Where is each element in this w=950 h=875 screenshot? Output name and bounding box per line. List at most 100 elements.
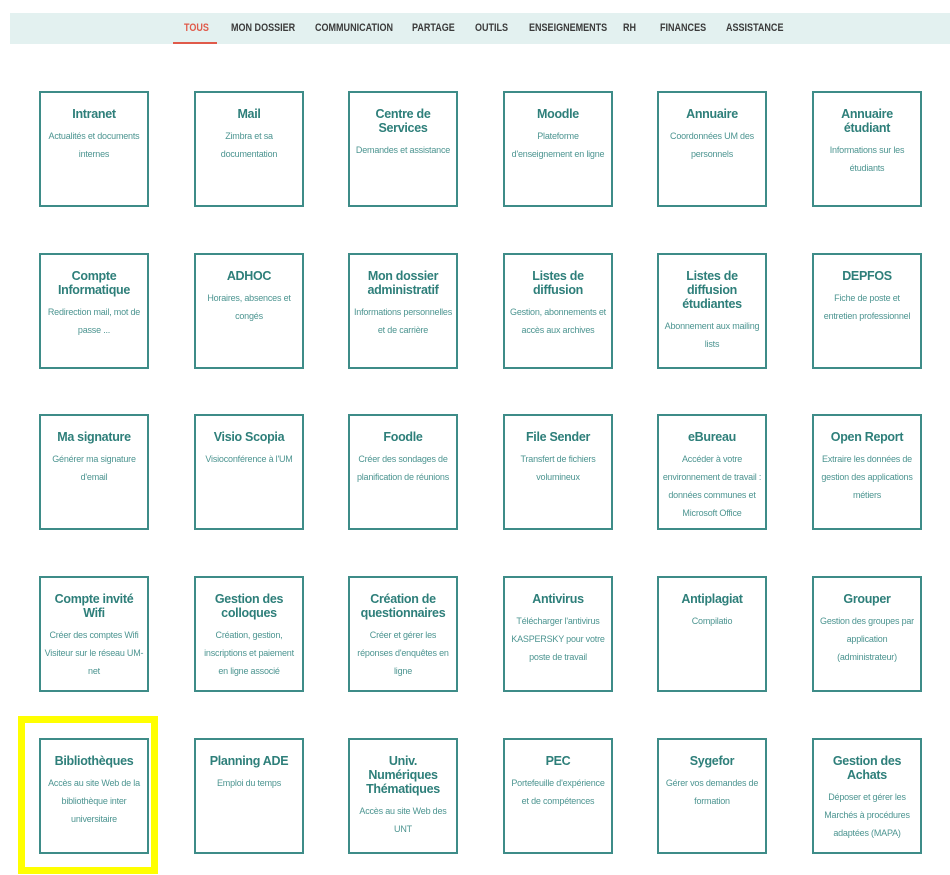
tile-description: Générer ma signature d'email — [52, 454, 136, 482]
nav-tab-tous[interactable]: TOUS — [184, 13, 209, 44]
tile-title: Gestion des Achats — [832, 754, 902, 782]
tile-title: Création de questionnaires — [360, 592, 446, 620]
top-navbar: TOUS MON DOSSIER COMMUNICATION PARTAGE O… — [10, 13, 950, 44]
tile-description: Accès au site Web de la bibliothèque int… — [48, 778, 140, 824]
tile-compte-informatique[interactable]: Compte Informatique Redirection mail, mo… — [39, 253, 149, 369]
tile-description: Création, gestion, inscriptions et paiem… — [204, 630, 294, 676]
tile-description: Gestion, abonnements et accès aux archiv… — [510, 307, 606, 335]
tile-mail[interactable]: Mail Zimbra et sa documentation — [194, 91, 304, 207]
tile-description: Zimbra et sa documentation — [220, 131, 278, 159]
tile-gestion-des-colloques[interactable]: Gestion des colloques Création, gestion,… — [194, 576, 304, 692]
nav-tab-partage[interactable]: PARTAGE — [412, 13, 455, 44]
tile-title: Sygefor — [689, 754, 735, 768]
tile-title: Antivirus — [532, 592, 584, 606]
tile-title: Listes de diffusion — [532, 269, 584, 297]
tile-title: Univ. Numériques Thématiques — [366, 754, 440, 796]
tile-description: Emploi du temps — [216, 778, 282, 788]
tile-compte-invite-wifi[interactable]: Compte invité Wifi Créer des comptes Wif… — [39, 576, 149, 692]
tile-ebureau[interactable]: eBureau Accéder à votre environnement de… — [657, 414, 767, 530]
tile-listes-de-diffusion-etudiantes[interactable]: Listes de diffusion étudiantes Abonnemen… — [657, 253, 767, 369]
tile-description: Horaires, absences et congés — [207, 293, 291, 321]
tile-title: Moodle — [537, 107, 579, 121]
tile-description: Gérer vos demandes de formation — [665, 778, 759, 806]
tile-title: Compte Informatique — [57, 269, 131, 297]
tile-description: Informations sur les étudiants — [829, 145, 905, 173]
nav-tab-communication[interactable]: COMMUNICATION — [315, 13, 393, 44]
tile-grouper[interactable]: Grouper Gestion des groupes par applicat… — [812, 576, 922, 692]
tile-title: Compte invité Wifi — [54, 592, 134, 620]
tile-title: Ma signature — [57, 430, 131, 444]
tile-planning-ade[interactable]: Planning ADE Emploi du temps — [194, 738, 304, 854]
nav-tab-enseignements[interactable]: ENSEIGNEMENTS — [529, 13, 607, 44]
tile-title: Gestion des colloques — [214, 592, 284, 620]
tile-gestion-des-achats[interactable]: Gestion des Achats Déposer et gérer les … — [812, 738, 922, 854]
tile-description: Déposer et gérer les Marchés à procédure… — [824, 792, 910, 838]
tile-foodle[interactable]: Foodle Créer des sondages de planificati… — [348, 414, 458, 530]
tile-title: Foodle — [383, 430, 423, 444]
tile-title: Grouper — [843, 592, 891, 606]
tile-ma-signature[interactable]: Ma signature Générer ma signature d'emai… — [39, 414, 149, 530]
tile-title: Mail — [237, 107, 261, 121]
tile-intranet[interactable]: Intranet Actualités et documents interne… — [39, 91, 149, 207]
tile-description: Gestion des groupes par application (adm… — [820, 616, 914, 662]
tile-description: Abonnement aux mailing lists — [664, 321, 760, 349]
tile-title: Centre de Services — [375, 107, 431, 135]
tile-description: Fiche de poste et entretien professionne… — [823, 293, 911, 321]
tile-description: Télécharger l'antivirus KASPERSKY pour v… — [511, 616, 605, 662]
tile-description: Compilatio — [691, 616, 733, 626]
tile-visio-scopia[interactable]: Visio Scopia Visioconférence à l'UM — [194, 414, 304, 530]
tile-title: Annuaire — [686, 107, 738, 121]
tile-depfos[interactable]: DEPFOS Fiche de poste et entretien profe… — [812, 253, 922, 369]
tile-pec[interactable]: PEC Portefeuille d'expérience et de comp… — [503, 738, 613, 854]
tile-title: ADHOC — [226, 269, 272, 283]
tile-sygefor[interactable]: Sygefor Gérer vos demandes de formation — [657, 738, 767, 854]
tile-title: File Sender — [525, 430, 591, 444]
tile-adhoc[interactable]: ADHOC Horaires, absences et congés — [194, 253, 304, 369]
tile-title: PEC — [545, 754, 571, 768]
tile-creation-de-questionnaires[interactable]: Création de questionnaires Créer et gére… — [348, 576, 458, 692]
tile-description: Extraire les données de gestion des appl… — [821, 454, 913, 500]
tile-antiplagiat[interactable]: Antiplagiat Compilatio — [657, 576, 767, 692]
tile-open-report[interactable]: Open Report Extraire les données de gest… — [812, 414, 922, 530]
tile-listes-de-diffusion[interactable]: Listes de diffusion Gestion, abonnements… — [503, 253, 613, 369]
tile-description: Informations personnelles et de carrière — [353, 307, 453, 335]
tile-annuaire[interactable]: Annuaire Coordonnées UM des personnels — [657, 91, 767, 207]
tile-title: Intranet — [72, 107, 116, 121]
nav-tab-mon-dossier[interactable]: MON DOSSIER — [231, 13, 295, 44]
tile-description: Accéder à votre environnement de travail… — [662, 454, 762, 518]
tile-antivirus[interactable]: Antivirus Télécharger l'antivirus KASPER… — [503, 576, 613, 692]
tile-mon-dossier-administratif[interactable]: Mon dossier administratif Informations p… — [348, 253, 458, 369]
tile-centre-de-services[interactable]: Centre de Services Demandes et assistanc… — [348, 91, 458, 207]
tile-title: DEPFOS — [842, 269, 892, 283]
tile-description: Portefeuille d'expérience et de compéten… — [511, 778, 605, 806]
nav-tab-outils[interactable]: OUTILS — [475, 13, 508, 44]
tile-title: Visio Scopia — [213, 430, 285, 444]
tile-title: Bibliothèques — [54, 754, 134, 768]
tile-moodle[interactable]: Moodle Plateforme d'enseignement en lign… — [503, 91, 613, 207]
tile-univ-numeriques-thematiques[interactable]: Univ. Numériques Thématiques Accès au si… — [348, 738, 458, 854]
nav-tab-finances[interactable]: FINANCES — [660, 13, 706, 44]
tile-description: Visioconférence à l'UM — [205, 454, 293, 464]
tile-description: Demandes et assistance — [355, 145, 451, 155]
tile-annuaire-etudiant[interactable]: Annuaire étudiant Informations sur les é… — [812, 91, 922, 207]
tile-title: Annuaire étudiant — [841, 107, 893, 135]
tile-description: Plateforme d'enseignement en ligne — [511, 131, 605, 159]
tile-description: Coordonnées UM des personnels — [670, 131, 754, 159]
tile-title: Open Report — [830, 430, 904, 444]
tile-description: Créer et gérer les réponses d'enquêtes e… — [357, 630, 449, 676]
tile-bibliotheques[interactable]: Bibliothèques Accès au site Web de la bi… — [39, 738, 149, 854]
tile-title: Antiplagiat — [681, 592, 743, 606]
active-tab-underline — [173, 42, 217, 44]
tile-file-sender[interactable]: File Sender Transfert de fichiers volumi… — [503, 414, 613, 530]
tile-title: Planning ADE — [209, 754, 289, 768]
tile-title: eBureau — [688, 430, 736, 444]
tile-description: Redirection mail, mot de passe ... — [47, 307, 141, 335]
tile-title: Mon dossier administratif — [367, 269, 439, 297]
nav-tab-assistance[interactable]: ASSISTANCE — [726, 13, 783, 44]
tile-description: Actualités et documents internes — [48, 131, 140, 159]
tile-description: Créer des sondages de planification de r… — [356, 454, 450, 482]
tile-description: Accès au site Web des UNT — [359, 806, 447, 834]
nav-tab-rh[interactable]: RH — [623, 13, 636, 44]
tile-description: Transfert de fichiers volumineux — [520, 454, 596, 482]
tile-description: Créer des comptes Wifi Visiteur sur le r… — [44, 630, 144, 676]
